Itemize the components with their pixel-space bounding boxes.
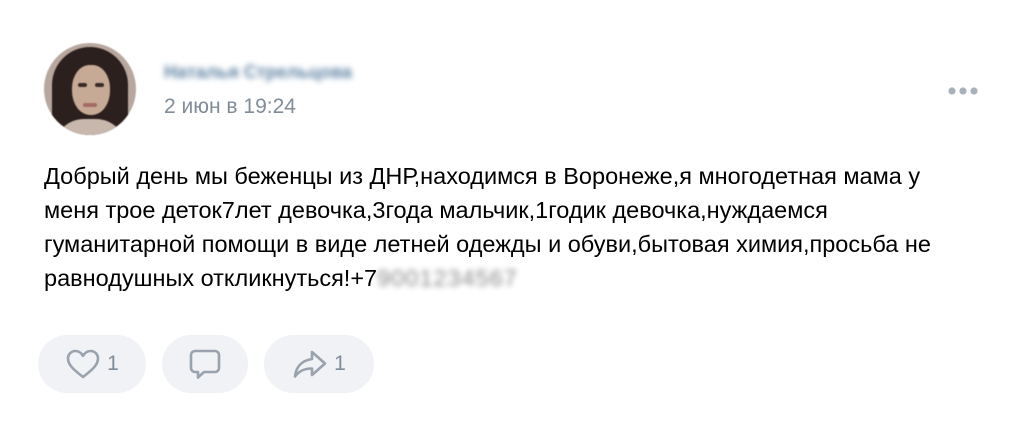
avatar-eye-right xyxy=(95,83,104,87)
more-horizontal-icon[interactable] xyxy=(944,82,984,100)
post-text-line: меня трое деток7лет девочка,3года мальчи… xyxy=(44,197,828,223)
heart-icon xyxy=(65,348,101,380)
post-text-line: Добрый день мы беженцы из ДНР,находимся … xyxy=(44,163,921,189)
post-text-line-end: равнодушных откликнуться!+7 xyxy=(44,265,378,291)
post-text-line: гуманитарной помощи в виде летней одежды… xyxy=(44,231,931,257)
avatar-face xyxy=(72,65,110,115)
phone-number-redacted: 9001234567 xyxy=(377,265,518,291)
like-count: 1 xyxy=(107,352,119,375)
author-avatar[interactable] xyxy=(44,43,136,135)
post-text: Добрый день мы беженцы из ДНР,находимся … xyxy=(44,159,994,295)
avatar-mouth xyxy=(83,103,97,107)
post-text-line: равнодушных откликнуться!+79001234567 xyxy=(44,261,994,295)
share-count: 1 xyxy=(334,352,346,375)
like-button[interactable]: 1 xyxy=(38,335,146,393)
avatar-eye-left xyxy=(78,83,87,87)
comment-icon xyxy=(188,347,222,381)
share-button[interactable]: 1 xyxy=(264,335,374,393)
post-card: Наталья Стрельцова 2 июн в 19:24 Добрый … xyxy=(0,0,1024,431)
comment-button[interactable] xyxy=(162,335,248,393)
post-date-link[interactable]: 2 июн в 19:24 xyxy=(164,94,296,120)
author-name-link[interactable]: Наталья Стрельцова xyxy=(164,61,352,83)
share-arrow-icon xyxy=(292,348,328,380)
